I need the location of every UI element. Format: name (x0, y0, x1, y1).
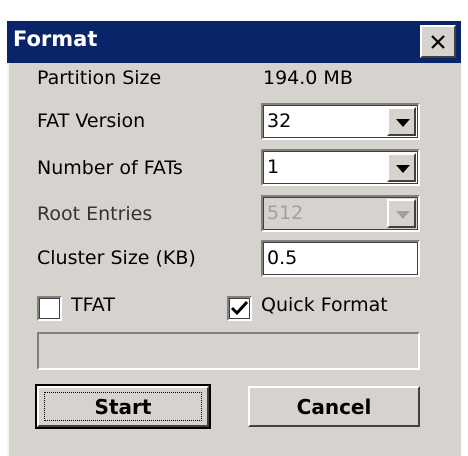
number-of-fats-dropdown-button[interactable] (387, 153, 416, 182)
number-of-fats-select[interactable]: 1 (261, 149, 420, 186)
number-of-fats-label: Number of FATs (37, 157, 183, 179)
cluster-size-value: 0.5 (267, 247, 298, 269)
partition-size-label: Partition Size (37, 67, 162, 89)
root-entries-value: 512 (267, 202, 304, 224)
chevron-down-icon (396, 211, 410, 219)
window-title: Format (13, 27, 98, 51)
focus-rectangle (44, 392, 202, 421)
tfat-label[interactable]: TFAT (71, 294, 115, 316)
format-progress-bar (37, 332, 420, 370)
root-entries-label: Root Entries (37, 203, 153, 225)
checkmark-icon (230, 300, 249, 316)
root-entries-select: 512 (261, 195, 420, 232)
tfat-checkbox[interactable] (37, 296, 62, 321)
title-bar[interactable]: Format (7, 21, 461, 63)
cancel-button-label: Cancel (296, 394, 372, 419)
number-of-fats-value: 1 (267, 156, 280, 178)
cancel-button[interactable]: Cancel (248, 386, 420, 427)
chevron-down-icon (396, 119, 410, 127)
close-icon (431, 34, 445, 49)
quick-format-label[interactable]: Quick Format (261, 294, 388, 316)
fat-version-value: 32 (267, 110, 292, 132)
fat-version-select[interactable]: 32 (261, 103, 420, 140)
partition-size-value: 194.0 MB (263, 67, 353, 89)
close-button[interactable] (420, 25, 456, 58)
fat-version-label: FAT Version (37, 110, 146, 132)
start-button[interactable]: Start (35, 384, 211, 429)
root-entries-dropdown-button (387, 199, 416, 228)
cluster-size-field[interactable]: 0.5 (261, 240, 420, 277)
cluster-size-label: Cluster Size (KB) (37, 247, 196, 269)
chevron-down-icon (396, 165, 410, 173)
quick-format-checkbox[interactable] (227, 296, 252, 321)
fat-version-dropdown-button[interactable] (387, 107, 416, 136)
